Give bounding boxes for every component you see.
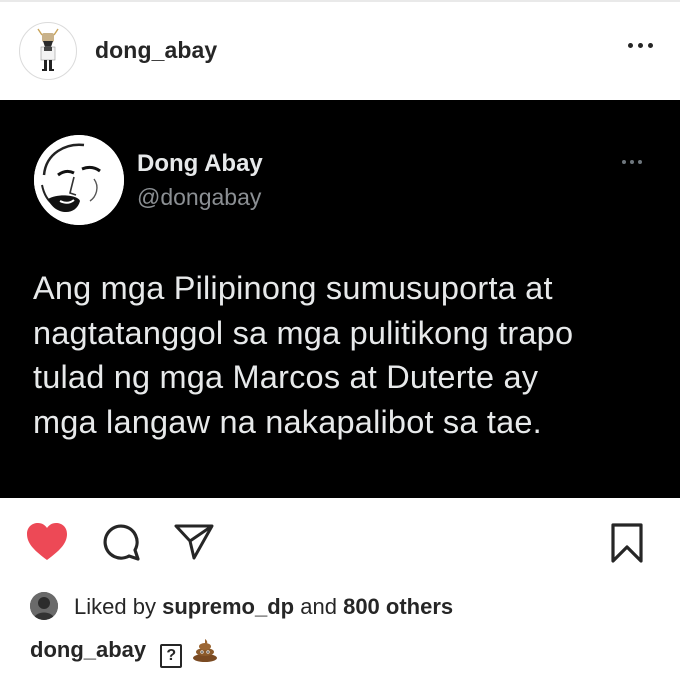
tweet-line: Ang mga Pilipinong sumusuporta at bbox=[33, 270, 553, 306]
tweet-line: mga langaw na nakapalibot sa tae. bbox=[33, 403, 542, 440]
likes-prefix: Liked by bbox=[74, 594, 156, 619]
face-sketch-icon bbox=[34, 135, 124, 225]
send-icon[interactable] bbox=[173, 523, 215, 566]
comment-icon[interactable] bbox=[101, 522, 141, 567]
tweet-avatar bbox=[34, 135, 124, 225]
tweet-handle: @dongabay bbox=[137, 184, 262, 210]
profile-avatar[interactable] bbox=[19, 22, 77, 80]
tweet-display-name: Dong Abay bbox=[137, 150, 263, 177]
pile-of-poo-icon bbox=[192, 638, 218, 668]
heart-filled-icon[interactable] bbox=[25, 522, 69, 567]
tweet-line: nagtatanggol sa mga pulitikong trapo bbox=[33, 314, 574, 351]
post-image-tweet: Dong Abay @dongabay Ang mga Pilipinong s… bbox=[0, 100, 680, 498]
tweet-more-icon bbox=[620, 158, 644, 168]
caption: dong_abay ? bbox=[30, 637, 218, 668]
likes-connector: and bbox=[300, 594, 337, 619]
unknown-glyph: ? bbox=[160, 644, 183, 668]
more-horizontal-icon[interactable] bbox=[624, 35, 658, 55]
likes-text: Liked by supremo_dp and 800 others bbox=[74, 594, 453, 620]
tweet-text: Ang mga Pilipinong sumusuporta at nagtat… bbox=[33, 266, 653, 444]
liker-avatar[interactable] bbox=[30, 592, 58, 620]
post-header: dong_abay bbox=[0, 3, 680, 100]
figure-avatar-icon bbox=[37, 28, 59, 71]
top-divider bbox=[0, 0, 680, 2]
tweet-line: tulad ng mga Marcos at Duterte ay bbox=[33, 359, 539, 395]
liker-username[interactable]: supremo_dp bbox=[162, 594, 294, 619]
caption-username[interactable]: dong_abay bbox=[30, 637, 146, 662]
likes-count[interactable]: 800 others bbox=[343, 594, 453, 619]
action-bar bbox=[0, 498, 680, 584]
post-username[interactable]: dong_abay bbox=[95, 37, 217, 64]
bookmark-icon[interactable] bbox=[609, 522, 645, 569]
